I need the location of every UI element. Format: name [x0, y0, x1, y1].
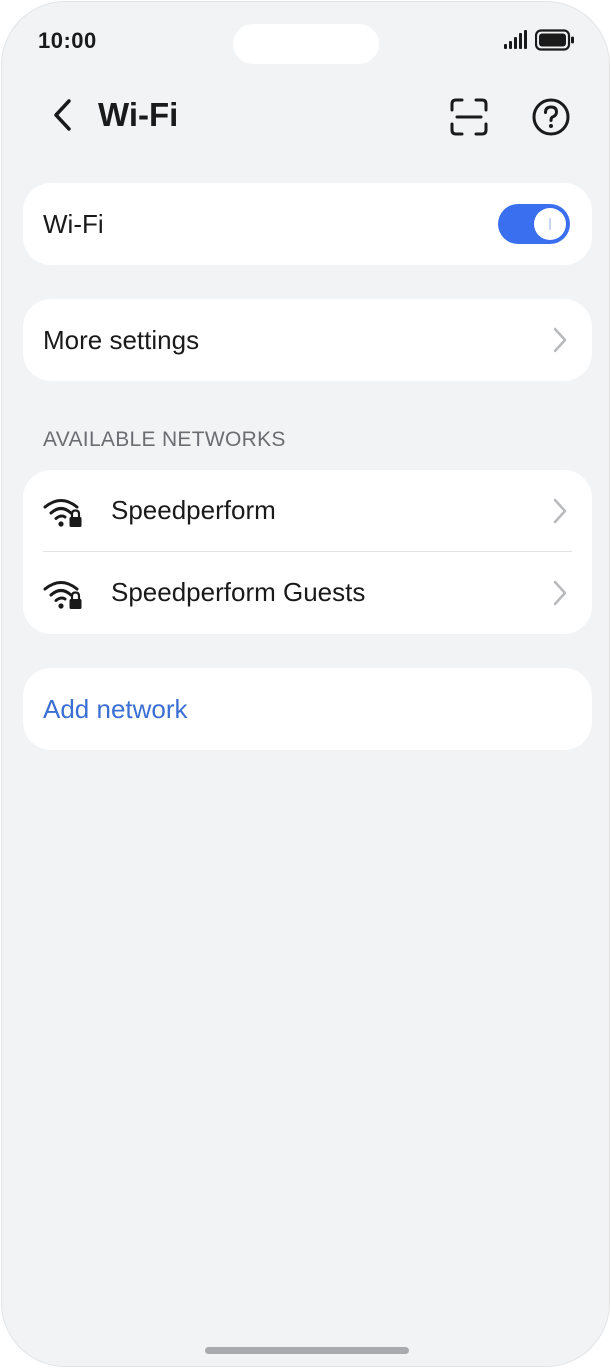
help-button[interactable] — [531, 97, 571, 137]
battery-full-icon — [534, 29, 575, 56]
add-network-button[interactable]: Add network — [23, 668, 592, 750]
add-network-card: Add network — [23, 668, 592, 750]
network-item[interactable]: Speedperform — [23, 470, 592, 552]
more-settings-card: More settings — [23, 299, 592, 381]
wifi-toggle-label: Wi-Fi — [43, 208, 104, 239]
signal-bars-icon — [503, 30, 527, 55]
chevron-left-icon — [52, 98, 74, 137]
network-name: Speedperform — [111, 495, 276, 525]
more-settings-label: More settings — [43, 324, 200, 355]
dynamic-island — [233, 24, 379, 64]
wifi-toggle-card: Wi-Fi — [23, 183, 592, 265]
network-item[interactable]: Speedperform Guests — [23, 552, 592, 634]
status-icons — [503, 29, 575, 56]
more-settings-row[interactable]: More settings — [23, 299, 592, 381]
chevron-right-icon — [552, 579, 568, 607]
section-header-available-networks: AVAILABLE NETWORKS — [43, 428, 286, 451]
home-indicator[interactable] — [205, 1347, 409, 1354]
back-button[interactable] — [46, 98, 80, 137]
add-network-label: Add network — [43, 693, 188, 724]
scan-button[interactable] — [450, 98, 488, 136]
status-time: 10:00 — [38, 28, 97, 53]
header: Wi-Fi — [2, 92, 609, 142]
page-title: Wi-Fi — [98, 96, 179, 133]
wifi-toggle-switch[interactable] — [498, 204, 570, 244]
wifi-locked-icon — [43, 579, 85, 611]
toggle-knob — [534, 208, 566, 240]
help-circle-icon — [531, 98, 571, 141]
network-name: Speedperform Guests — [111, 577, 366, 607]
wifi-locked-icon — [43, 497, 85, 529]
chevron-right-icon — [552, 326, 568, 354]
phone-screen: 10:00 Wi-Fi Wi-Fi More settings AVAILABL… — [1, 1, 610, 1367]
chevron-right-icon — [552, 497, 568, 525]
scan-icon — [450, 98, 488, 140]
networks-card: Speedperform Speedperform Guests — [23, 470, 592, 634]
wifi-toggle-row[interactable]: Wi-Fi — [23, 183, 592, 265]
